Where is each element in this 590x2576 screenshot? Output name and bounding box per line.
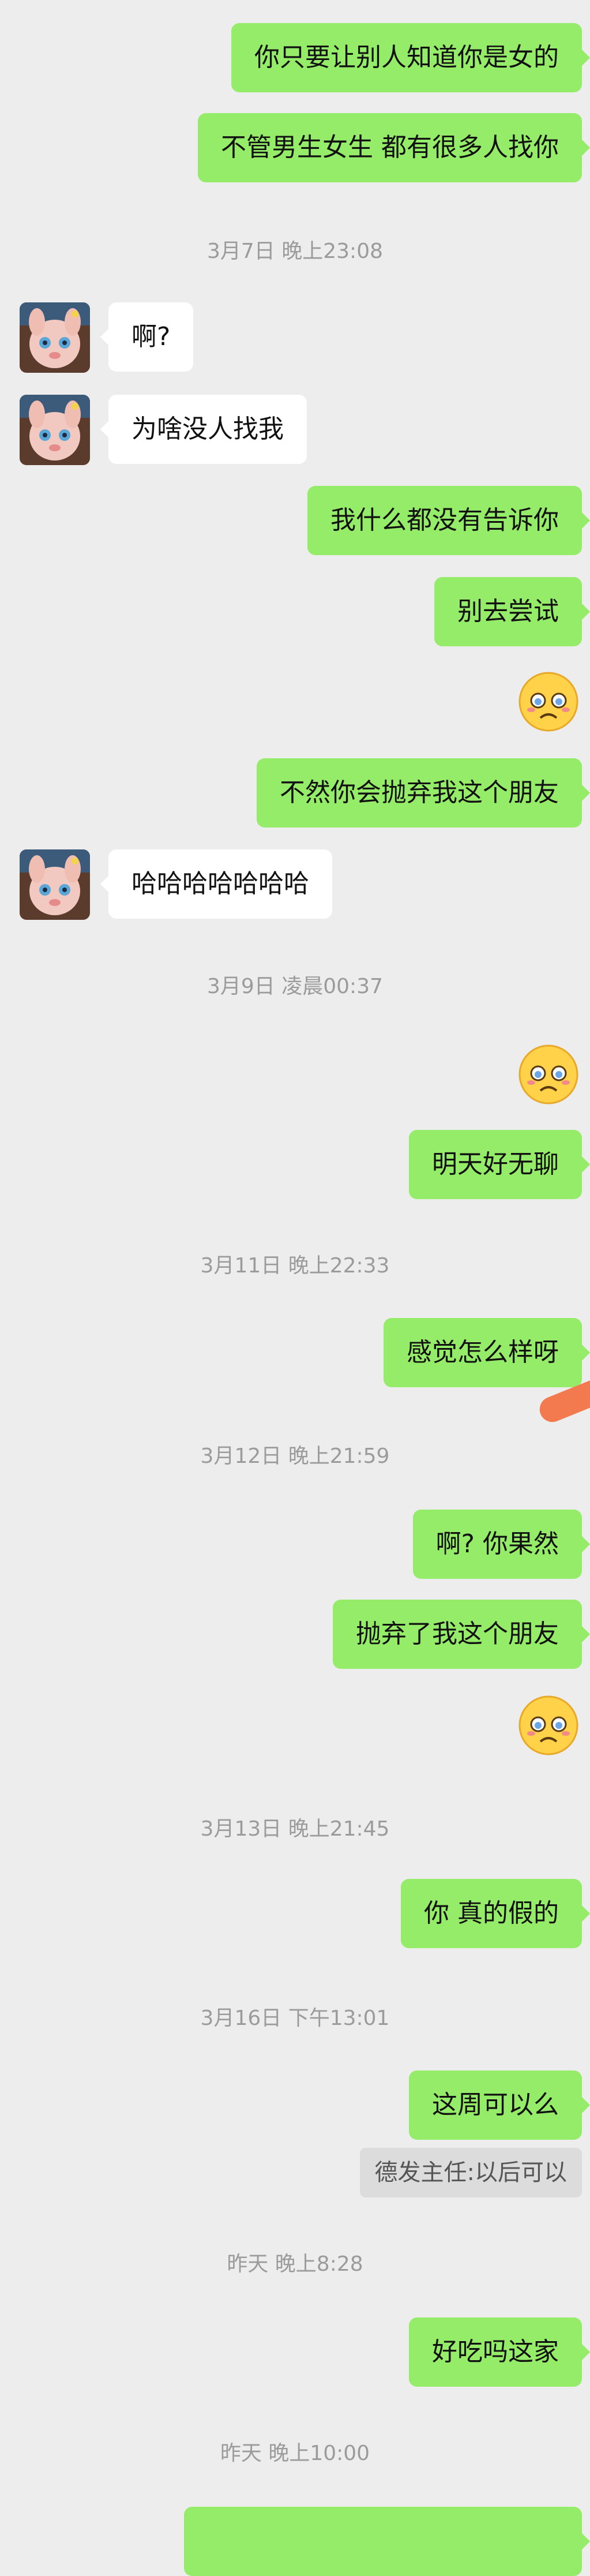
my-message-bubble[interactable]: 你 真的假的 xyxy=(401,1879,590,1948)
avatar-image xyxy=(20,849,90,920)
timestamp: 3月12日 晚上21:59 xyxy=(200,1444,390,1468)
my-message-bubble[interactable]: 感觉怎么样呀 xyxy=(384,1318,590,1387)
timestamp: 3月16日 下午13:01 xyxy=(200,2006,390,2030)
timestamp: 昨天 晚上8:28 xyxy=(227,2252,363,2276)
my-message-bubble-partial[interactable] xyxy=(184,2507,590,2576)
contact-avatar[interactable] xyxy=(20,395,90,465)
their-message-bubble[interactable]: 哈哈哈哈哈哈哈 xyxy=(100,849,332,919)
avatar-image xyxy=(20,395,90,465)
my-message-bubble[interactable]: 明天好无聊 xyxy=(409,1130,590,1199)
my-message-bubble[interactable]: 别去尝试 xyxy=(434,577,590,646)
my-message-bubble[interactable]: 你只要让别人知道你是女的 xyxy=(231,23,590,92)
timestamp: 昨天 晚上10:00 xyxy=(220,2442,370,2465)
timestamp: 3月9日 凌晨00:37 xyxy=(207,975,383,998)
timestamp: 3月7日 晚上23:08 xyxy=(207,239,383,263)
crying-face-emoji-icon[interactable] xyxy=(517,1694,580,1757)
their-message-bubble[interactable]: 啊? xyxy=(100,302,194,372)
my-message-bubble[interactable]: 这周可以么 xyxy=(409,2070,590,2140)
my-message-bubble[interactable]: 好吃吗这家 xyxy=(409,2317,590,2387)
avatar-image xyxy=(20,302,90,373)
contact-avatar[interactable] xyxy=(20,302,90,373)
their-message-bubble[interactable]: 为啥没人找我 xyxy=(100,395,307,464)
crying-face-emoji-icon[interactable] xyxy=(517,1043,580,1106)
my-message-bubble[interactable]: 我什么都没有告诉你 xyxy=(307,486,590,555)
quoted-message[interactable]: 德发主任:以后可以 xyxy=(359,2148,582,2197)
my-message-bubble[interactable]: 不管男生女生 都有很多人找你 xyxy=(198,113,590,182)
my-message-bubble[interactable]: 啊? 你果然 xyxy=(412,1510,590,1579)
my-message-bubble[interactable]: 抛弃了我这个朋友 xyxy=(333,1600,590,1669)
chat-area: 你只要让别人知道你是女的 不管男生女生 都有很多人找你 3月7日 晚上23:08… xyxy=(0,0,590,2576)
timestamp: 3月11日 晚上22:33 xyxy=(200,1254,390,1278)
crying-face-emoji-icon[interactable] xyxy=(517,671,580,733)
my-message-bubble[interactable]: 不然你会抛弃我这个朋友 xyxy=(257,758,590,828)
contact-avatar[interactable] xyxy=(20,849,90,920)
timestamp: 3月13日 晚上21:45 xyxy=(200,1817,390,1841)
